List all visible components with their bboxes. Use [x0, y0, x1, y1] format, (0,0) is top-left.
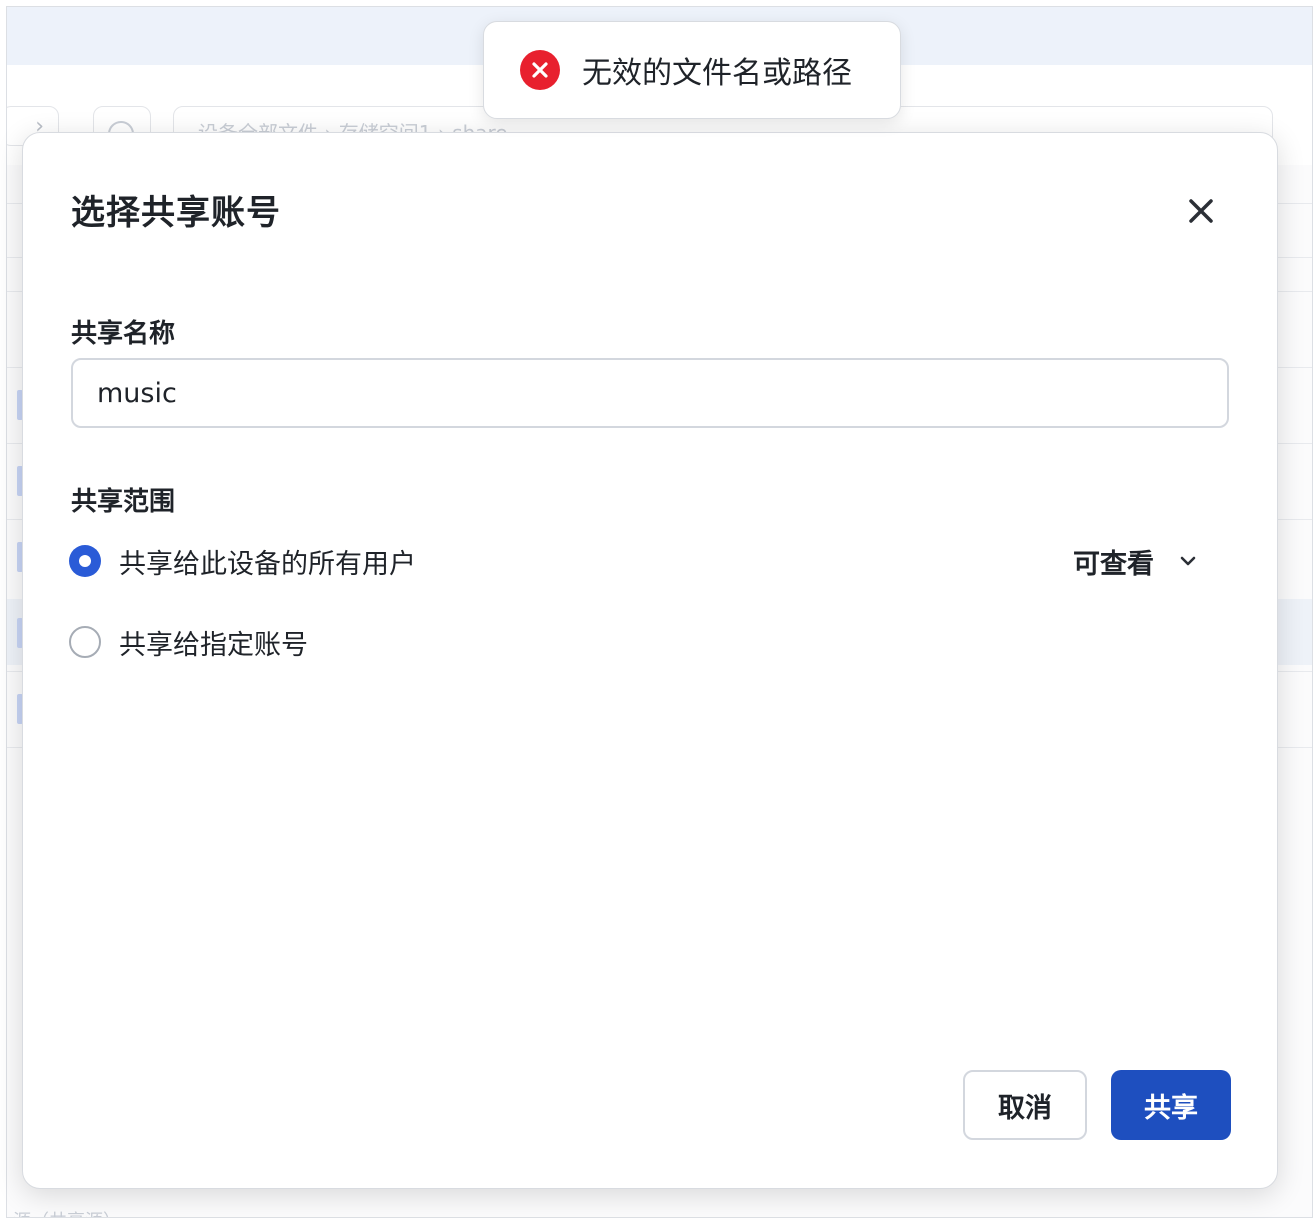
share-name-input[interactable] — [71, 358, 1229, 428]
radio-unchecked[interactable] — [69, 626, 101, 658]
share-scope-label: 共享范围 — [71, 487, 176, 517]
scope-option-label: 共享给指定账号 — [119, 629, 308, 661]
error-toast: 无效的文件名或路径 — [483, 21, 901, 119]
scope-option-label: 共享给此设备的所有用户 — [119, 548, 416, 580]
share-button[interactable]: 共享 — [1111, 1070, 1231, 1140]
select-share-account-dialog: 选择共享账号 共享名称 共享范围 共享给此设备的所有用户 可查看 共享给指定账号… — [22, 132, 1278, 1189]
cancel-button[interactable]: 取消 — [963, 1070, 1087, 1140]
close-button[interactable] — [1181, 191, 1221, 231]
chevron-down-icon — [1180, 556, 1196, 566]
permission-dropdown[interactable]: 可查看 — [1073, 543, 1200, 580]
background-footer-hint: 源（共享源） — [13, 1207, 121, 1217]
dialog-title: 选择共享账号 — [71, 193, 281, 233]
toast-message: 无效的文件名或路径 — [582, 56, 852, 91]
radio-checked[interactable] — [69, 545, 101, 577]
scope-option-specific-accounts[interactable]: 共享给指定账号 — [69, 624, 308, 661]
share-name-label: 共享名称 — [71, 319, 176, 349]
error-x-icon — [520, 50, 560, 90]
permission-value: 可查看 — [1073, 548, 1154, 580]
close-icon — [1189, 199, 1213, 223]
scope-option-all-users[interactable]: 共享给此设备的所有用户 — [69, 543, 416, 580]
